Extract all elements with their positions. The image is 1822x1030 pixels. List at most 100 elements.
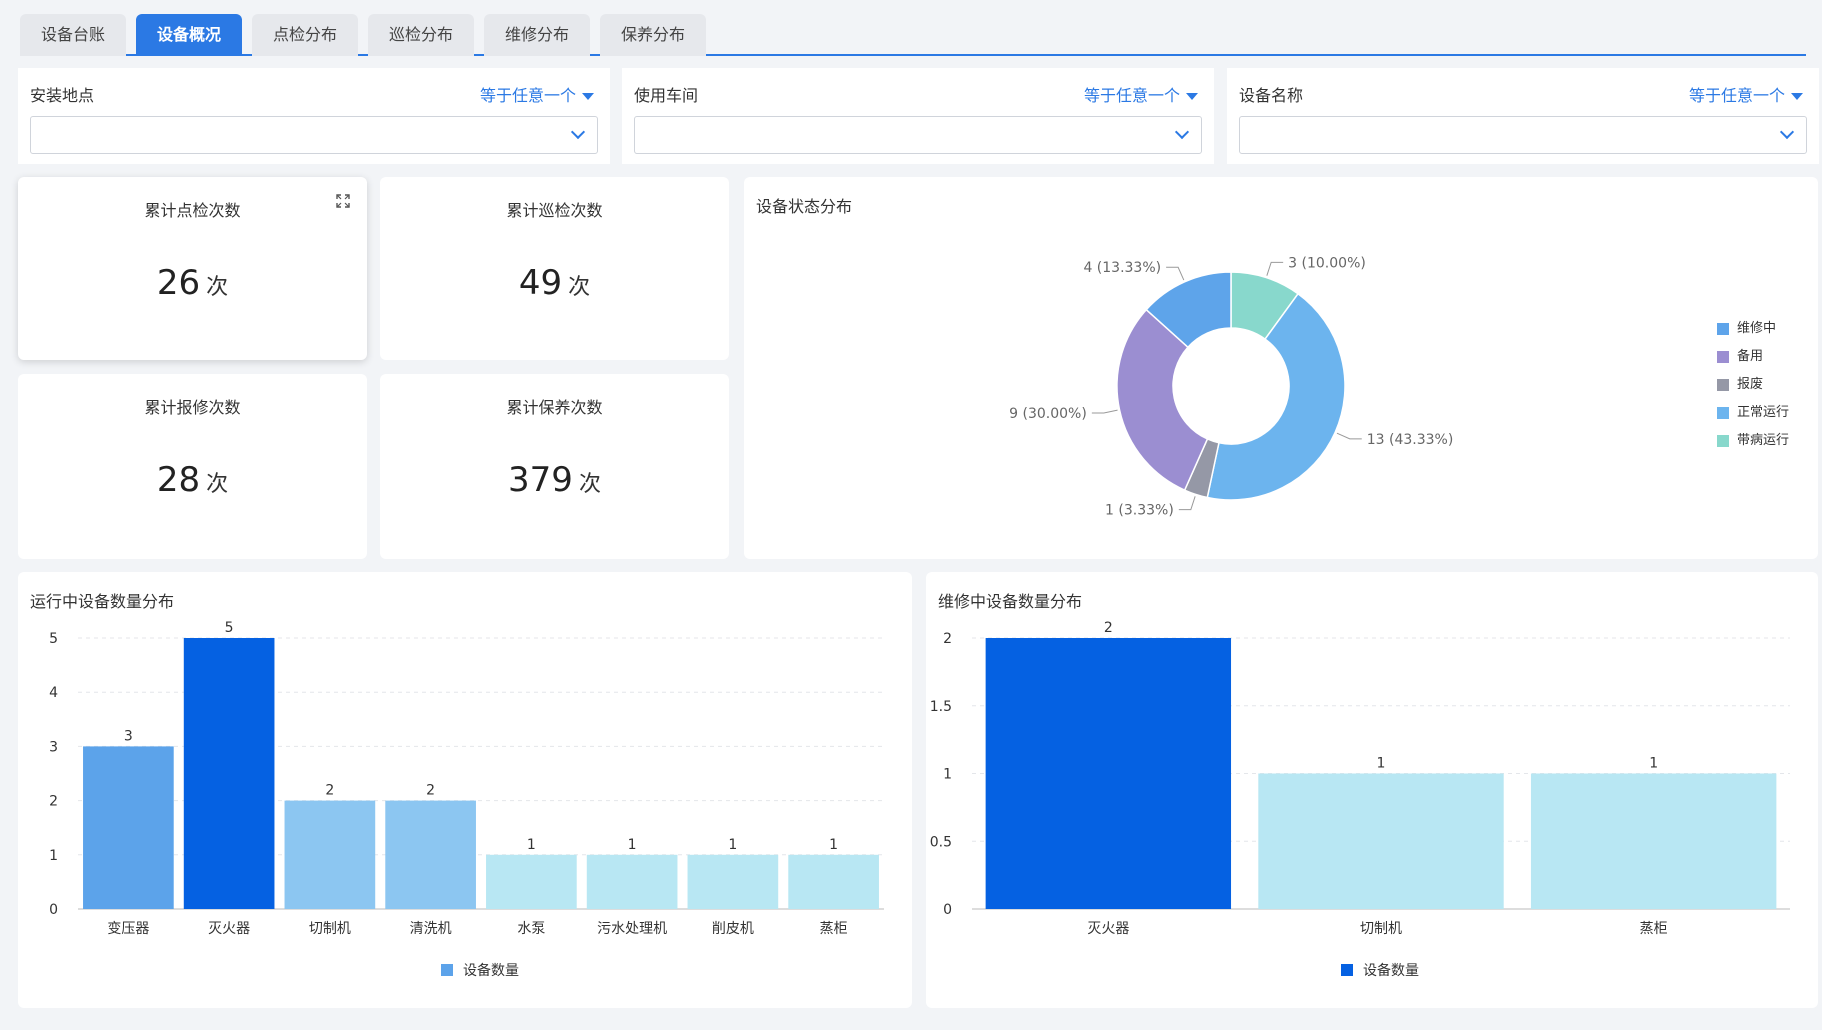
triangle-down-icon	[582, 93, 594, 100]
kpi-title: 累计巡检次数	[506, 201, 603, 220]
legend-label: 设备数量	[463, 962, 519, 979]
kpi-unit: 次	[206, 275, 229, 300]
filter-operator-dropdown[interactable]: 等于任意一个	[1084, 82, 1198, 106]
filter-operator-dropdown[interactable]: 等于任意一个	[1689, 82, 1803, 106]
legend-item[interactable]: 备用	[1717, 349, 1763, 365]
tab-spot-check-distribution[interactable]: 点检分布	[252, 14, 358, 56]
kpi-unit: 次	[578, 472, 601, 497]
bar-value-label: 1	[1649, 756, 1658, 772]
bar-value-label: 3	[124, 728, 133, 744]
bar-value-label: 5	[225, 620, 234, 636]
chart-legend: 维修中备用报废正常运行带病运行	[1717, 321, 1817, 461]
legend-item[interactable]: 带病运行	[1717, 433, 1789, 449]
running-equipment-panel: 运行中设备数量分布 0 1 2 3 4 5 3 变压器 5 灭火器 2 切制机 2 清洗机 1 水泵 1 污水处理…	[18, 572, 912, 1008]
equipment-status-panel: 设备状态分布 3 (10.00%) 13 (43.33%) 1 (3.33%) 9 (…	[744, 177, 1818, 559]
kpi-card-repair-report: 累计报修次数 28 次	[18, 374, 367, 559]
legend-label: 带病运行	[1737, 433, 1790, 448]
donut-data-label: 4 (13.33%)	[1083, 260, 1161, 276]
legend-swatch	[1717, 322, 1729, 335]
kpi-card-spot-check: 累计点检次数 26 次	[18, 177, 367, 360]
kpi-card-patrol: 累计巡检次数 49 次	[380, 177, 729, 360]
legend-item[interactable]: 维修中	[1717, 321, 1776, 337]
bar	[586, 854, 678, 909]
bar	[385, 800, 476, 909]
donut-leader-line	[1178, 496, 1196, 511]
legend-label: 报废	[1737, 377, 1764, 392]
legend-label: 备用	[1737, 349, 1764, 364]
kpi-value: 49 次	[380, 263, 729, 303]
filter-label: 设备名称	[1239, 86, 1304, 105]
bar	[687, 854, 779, 909]
y-tick-label: 0	[943, 902, 952, 918]
bar-value-label: 2	[426, 783, 435, 799]
y-tick-label: 1	[943, 767, 952, 783]
filter-label: 安装地点	[30, 86, 95, 105]
y-tick-label: 1.5	[930, 699, 952, 715]
tab-equipment-overview[interactable]: 设备概况	[136, 14, 242, 56]
donut-data-label: 9 (30.00%)	[1009, 406, 1087, 422]
kpi-number: 26	[156, 263, 201, 303]
donut-chart: 3 (10.00%) 13 (43.33%) 1 (3.33%) 9 (30.00%)…	[1009, 255, 1454, 519]
donut-data-label: 13 (43.33%)	[1367, 432, 1454, 448]
donut-leader-line	[1166, 266, 1185, 281]
bar-chart-repairing: 0 0.5 1 1.5 2 2 灭火器 1 切制机 1 蒸柜设备数量	[930, 620, 1790, 979]
kpi-unit: 次	[206, 472, 229, 497]
kpi-number: 28	[156, 460, 201, 500]
legend-label: 设备数量	[1363, 962, 1419, 979]
bar	[985, 638, 1232, 909]
tab-patrol-distribution[interactable]: 巡检分布	[368, 14, 474, 56]
tab-repair-distribution[interactable]: 维修分布	[484, 14, 590, 56]
kpi-number: 49	[518, 263, 563, 303]
filter-select[interactable]	[30, 116, 598, 154]
kpi-value: 26 次	[18, 263, 367, 303]
donut-leader-line	[1336, 432, 1362, 440]
legend-swatch	[1341, 964, 1353, 976]
x-tick-label: 削皮机	[712, 921, 754, 937]
tab-equipment-ledger[interactable]: 设备台账	[20, 14, 126, 56]
tab-bar: 设备台账 设备概况 点检分布 巡检分布 维修分布 保养分布	[20, 12, 1806, 56]
legend-label: 正常运行	[1737, 405, 1790, 420]
x-tick-label: 污水处理机	[597, 921, 667, 937]
filter-operator-dropdown[interactable]: 等于任意一个	[480, 82, 594, 106]
kpi-value: 379 次	[380, 460, 729, 500]
x-tick-label: 蒸柜	[1640, 921, 1668, 937]
legend-item[interactable]: 正常运行	[1717, 405, 1789, 421]
y-tick-label: 3	[49, 739, 58, 755]
y-tick-label: 2	[943, 631, 952, 647]
x-tick-label: 清洗机	[410, 921, 452, 937]
kpi-title: 累计点检次数	[144, 201, 241, 220]
legend-item[interactable]: 报废	[1717, 377, 1763, 393]
donut-leader-line	[1091, 409, 1118, 414]
bar-value-label: 2	[325, 783, 334, 799]
y-tick-label: 5	[49, 631, 58, 647]
filter-operator-label: 等于任意一个	[1688, 86, 1785, 105]
bar	[183, 638, 275, 909]
chevron-down-icon	[570, 124, 586, 140]
y-tick-label: 0.5	[930, 834, 952, 850]
kpi-unit: 次	[568, 275, 591, 300]
y-tick-label: 1	[49, 848, 58, 864]
expand-icon[interactable]	[335, 193, 351, 209]
bar-chart-running: 0 1 2 3 4 5 3 变压器 5 灭火器 2 切制机 2 清洗机 1 水泵 1 污水处理机 1 削皮机 1 蒸柜设备…	[49, 620, 884, 979]
chevron-down-icon	[1779, 124, 1795, 140]
filter-select[interactable]	[1239, 116, 1807, 154]
bar-value-label: 2	[1104, 620, 1113, 636]
bar-value-label: 1	[829, 837, 838, 853]
bar	[1258, 773, 1504, 909]
x-tick-label: 水泵	[517, 921, 545, 937]
y-tick-label: 2	[49, 794, 58, 810]
triangle-down-icon	[1791, 93, 1803, 100]
filter-select[interactable]	[634, 116, 1202, 154]
legend-swatch	[441, 964, 453, 976]
kpi-title: 累计保养次数	[506, 398, 603, 417]
bar	[1530, 773, 1777, 909]
x-tick-label: 切制机	[1360, 921, 1402, 937]
x-tick-label: 灭火器	[1087, 921, 1129, 937]
x-tick-label: 变压器	[107, 921, 149, 937]
donut-data-label: 1 (3.33%)	[1105, 503, 1174, 519]
legend-swatch	[1717, 378, 1729, 391]
legend-label: 维修中	[1737, 321, 1777, 336]
tab-maintenance-distribution[interactable]: 保养分布	[600, 14, 706, 56]
filter-operator-label: 等于任意一个	[479, 86, 576, 105]
bar	[284, 800, 376, 909]
